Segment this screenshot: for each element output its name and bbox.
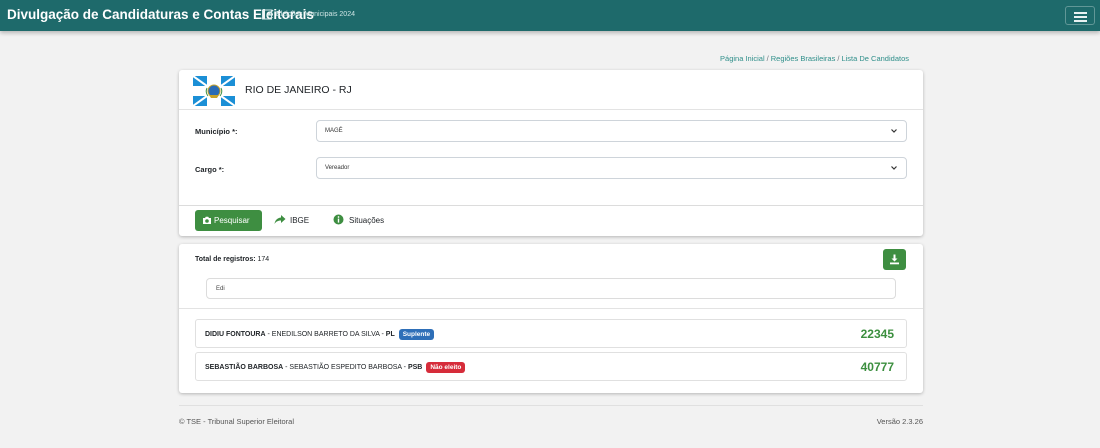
municipio-label: Município *:	[195, 127, 238, 136]
pesquisar-button[interactable]: Pesquisar	[195, 210, 262, 231]
camera-icon	[203, 216, 211, 224]
candidate-urn-name: DIDIU FONTOURA	[205, 331, 266, 338]
situacoes-label: Situações	[349, 216, 385, 225]
state-title: RIO DE JANEIRO - RJ	[245, 84, 352, 96]
divider	[179, 109, 923, 110]
filter-input[interactable]: Edi	[206, 278, 896, 299]
candidate-info: DIDIU FONTOURA - ENEDILSON BARRETO DA SI…	[205, 329, 435, 340]
edit-icon	[262, 9, 274, 20]
hamburger-menu-icon	[1074, 20, 1087, 22]
results-card: Total de registros: 174 Edi DIDIU FONTOU…	[179, 244, 923, 393]
divider	[179, 308, 923, 309]
info-icon	[333, 214, 344, 225]
pesquisar-label: Pesquisar	[214, 216, 250, 225]
search-card: RIO DE JANEIRO - RJ Município *: MAGÉ Ca…	[179, 70, 923, 236]
footer-copyright: © TSE - Tribunal Superior Eleitoral	[179, 417, 295, 426]
hamburger-menu-icon	[1074, 16, 1087, 18]
chevron-down-icon	[891, 166, 897, 170]
candidate-party: PSB	[407, 364, 423, 371]
candidate-row[interactable]: DIDIU FONTOURA - ENEDILSON BARRETO DA SI…	[195, 319, 907, 348]
candidate-row[interactable]: SEBASTIÃO BARBOSA - SEBASTIÃO ESPEDITO B…	[195, 352, 907, 381]
total-value: 174	[257, 256, 270, 263]
total-label: Total de registros:	[195, 256, 256, 263]
total-records: Total de registros: 174	[195, 256, 269, 263]
cargo-select-value: Vereador	[325, 165, 350, 171]
divider	[179, 205, 923, 206]
election-subtitle[interactable]: Eleições Municipais 2024	[276, 11, 355, 18]
candidate-full-name: ENEDILSON BARRETO DA SILVA	[271, 331, 380, 338]
breadcrumb-current: Lista De Candidatos	[841, 54, 909, 63]
share-arrow-icon	[274, 215, 286, 224]
footer-version: Versão 2.3.26	[876, 417, 923, 426]
breadcrumb: Página Inicial / Regiões Brasileiras / Lista…	[720, 54, 909, 63]
municipio-select[interactable]: MAGÉ	[316, 120, 907, 142]
candidate-party: PL	[385, 331, 395, 338]
candidate-info: SEBASTIÃO BARBOSA - SEBASTIÃO ESPEDITO B…	[205, 362, 466, 373]
status-badge: Suplente	[398, 329, 435, 340]
download-button[interactable]	[883, 249, 906, 270]
breadcrumb-separator: /	[766, 54, 769, 63]
cargo-select[interactable]: Vereador	[316, 157, 907, 179]
status-badge: Não eleito	[426, 362, 466, 373]
footer-divider	[179, 405, 923, 406]
rio-de-janeiro-flag-icon	[193, 76, 235, 106]
candidate-number: 40777	[860, 360, 894, 374]
filter-input-value: Edi	[216, 286, 225, 292]
breadcrumb-separator: /	[837, 54, 840, 63]
hamburger-menu-icon	[1074, 12, 1087, 14]
download-icon	[890, 254, 899, 265]
top-navbar: Divulgação de Candidaturas e Contas Elei…	[0, 0, 1100, 31]
breadcrumb-regions[interactable]: Regiões Brasileiras	[771, 54, 836, 63]
ibge-label: IBGE	[290, 216, 310, 225]
candidate-full-name: SEBASTIÃO ESPEDITO BARBOSA	[289, 364, 402, 371]
candidate-urn-name: SEBASTIÃO BARBOSA	[205, 364, 284, 371]
chevron-down-icon	[891, 129, 897, 133]
cargo-label: Cargo *:	[195, 165, 225, 174]
breadcrumb-home[interactable]: Página Inicial	[720, 54, 765, 63]
municipio-select-value: MAGÉ	[325, 128, 343, 134]
candidate-number: 22345	[860, 327, 894, 341]
hamburger-menu-button[interactable]	[1065, 6, 1095, 25]
